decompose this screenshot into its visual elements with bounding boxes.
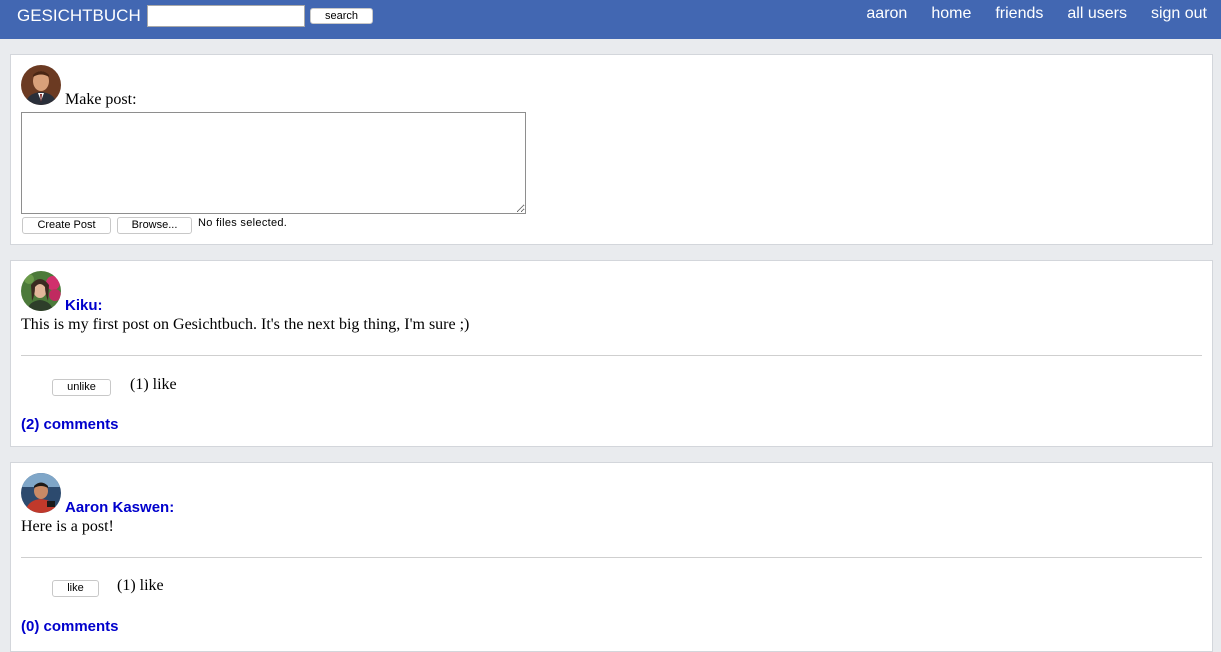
browse-file-button[interactable]: Browse... — [117, 217, 192, 234]
post-divider — [21, 557, 1202, 558]
composer-card: Make post: Create Post Browse... No file… — [10, 54, 1213, 245]
nav-profile[interactable]: aaron — [866, 5, 907, 23]
nav-home[interactable]: home — [931, 5, 971, 23]
post-text: This is my first post on Gesichtbuch. It… — [21, 316, 470, 333]
nav-friends[interactable]: friends — [995, 5, 1043, 23]
author-avatar[interactable] — [21, 271, 61, 311]
post-text: Here is a post! — [21, 518, 114, 535]
post-card: Kiku: This is my first post on Gesichtbu… — [10, 260, 1213, 447]
nav-sign-out[interactable]: sign out — [1151, 5, 1207, 23]
nav-links: aaron home friends all users sign out — [842, 5, 1207, 23]
post-author-link[interactable]: Aaron Kaswen: — [65, 499, 174, 516]
like-count: (1) like — [117, 577, 164, 594]
post-textarea[interactable] — [21, 112, 526, 214]
brand-logo[interactable]: GESICHTBUCH — [17, 6, 141, 26]
comments-link[interactable]: (0) comments — [21, 618, 119, 635]
create-post-button[interactable]: Create Post — [22, 217, 111, 234]
search-input[interactable] — [147, 5, 305, 27]
post-author-link[interactable]: Kiku: — [65, 297, 103, 314]
like-count: (1) like — [130, 376, 177, 393]
make-post-label: Make post: — [65, 91, 137, 108]
file-status: No files selected. — [198, 217, 288, 229]
post-divider — [21, 355, 1202, 356]
current-user-avatar[interactable] — [21, 65, 61, 105]
author-avatar[interactable] — [21, 473, 61, 513]
nav-all-users[interactable]: all users — [1067, 5, 1127, 23]
search-button[interactable]: search — [310, 8, 373, 24]
comments-link[interactable]: (2) comments — [21, 416, 119, 433]
like-button[interactable]: like — [52, 580, 99, 597]
top-nav-bar: GESICHTBUCH search aaron home friends al… — [0, 0, 1221, 39]
post-card: Aaron Kaswen: Here is a post! like (1) l… — [10, 462, 1213, 652]
unlike-button[interactable]: unlike — [52, 379, 111, 396]
